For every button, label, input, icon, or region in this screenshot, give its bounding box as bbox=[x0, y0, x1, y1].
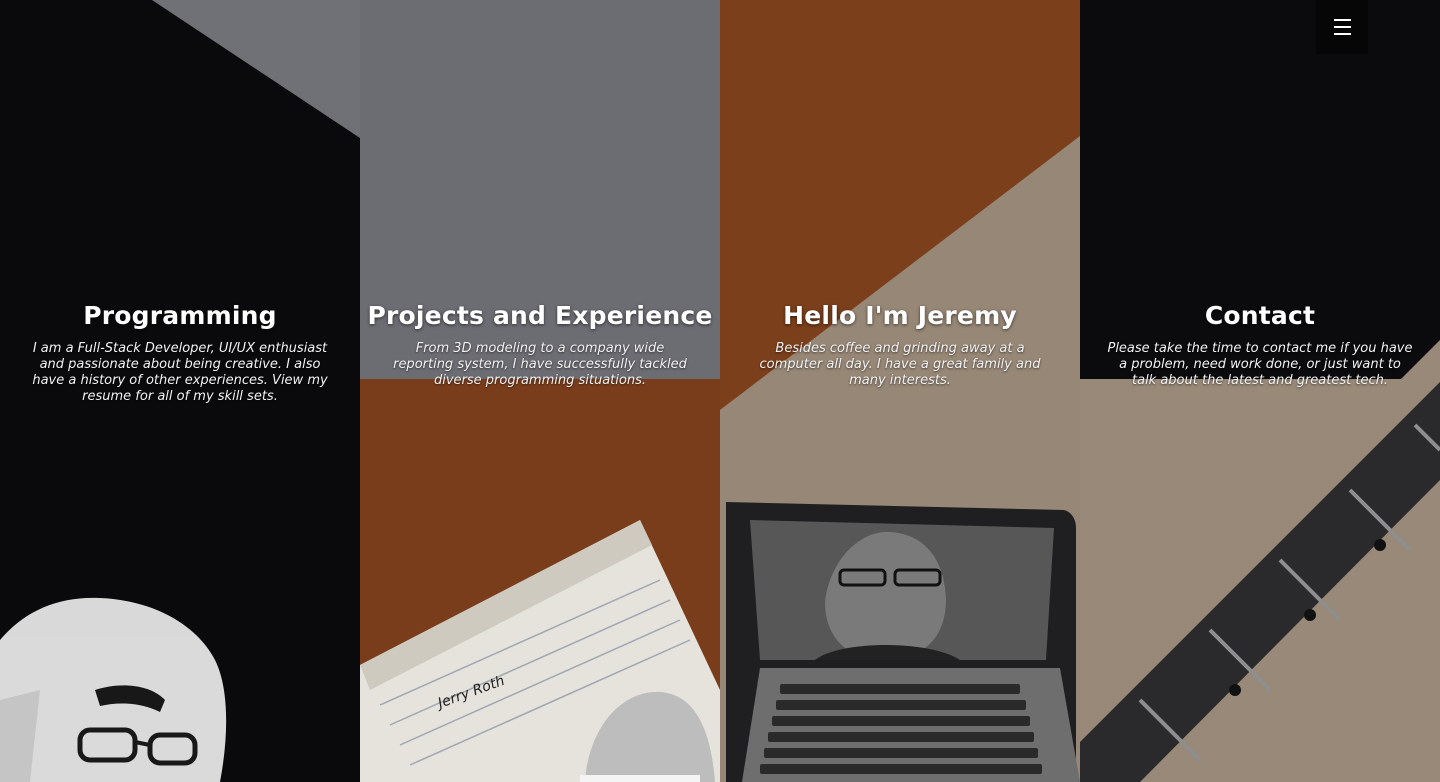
panel-title: Hello I'm Jeremy bbox=[783, 301, 1017, 330]
menu-button[interactable] bbox=[1316, 0, 1368, 54]
panel-title: Programming bbox=[83, 301, 277, 330]
panel-description: Please take the time to contact me if yo… bbox=[1107, 341, 1413, 388]
about-background bbox=[720, 0, 1080, 782]
laptop-photo bbox=[726, 502, 1080, 782]
panel-projects[interactable]: Jerry Roth Projects and Experience From … bbox=[360, 0, 720, 782]
hamburger-icon-bar-top bbox=[1334, 19, 1351, 21]
panel-title: Projects and Experience bbox=[367, 301, 713, 330]
panel-description: Besides coffee and grinding away at a co… bbox=[759, 341, 1041, 388]
panel-description: I am a Full-Stack Developer, UI/UX enthu… bbox=[32, 341, 328, 404]
panel-programming[interactable]: Programming I am a Full-Stack Developer,… bbox=[0, 0, 360, 782]
hamburger-icon-bar-bottom bbox=[1334, 33, 1351, 35]
panel-contact[interactable]: Contact Please take the time to contact … bbox=[1080, 0, 1440, 782]
panel-about[interactable]: Hello I'm Jeremy Besides coffee and grin… bbox=[720, 0, 1080, 782]
contact-background bbox=[1080, 0, 1440, 782]
projects-background: Jerry Roth bbox=[360, 0, 720, 782]
hamburger-icon-bar-middle bbox=[1334, 26, 1351, 28]
panel-grid: Programming I am a Full-Stack Developer,… bbox=[0, 0, 1440, 782]
panel-description: From 3D modeling to a company wide repor… bbox=[393, 341, 687, 388]
panel-title: Contact bbox=[1204, 301, 1316, 330]
